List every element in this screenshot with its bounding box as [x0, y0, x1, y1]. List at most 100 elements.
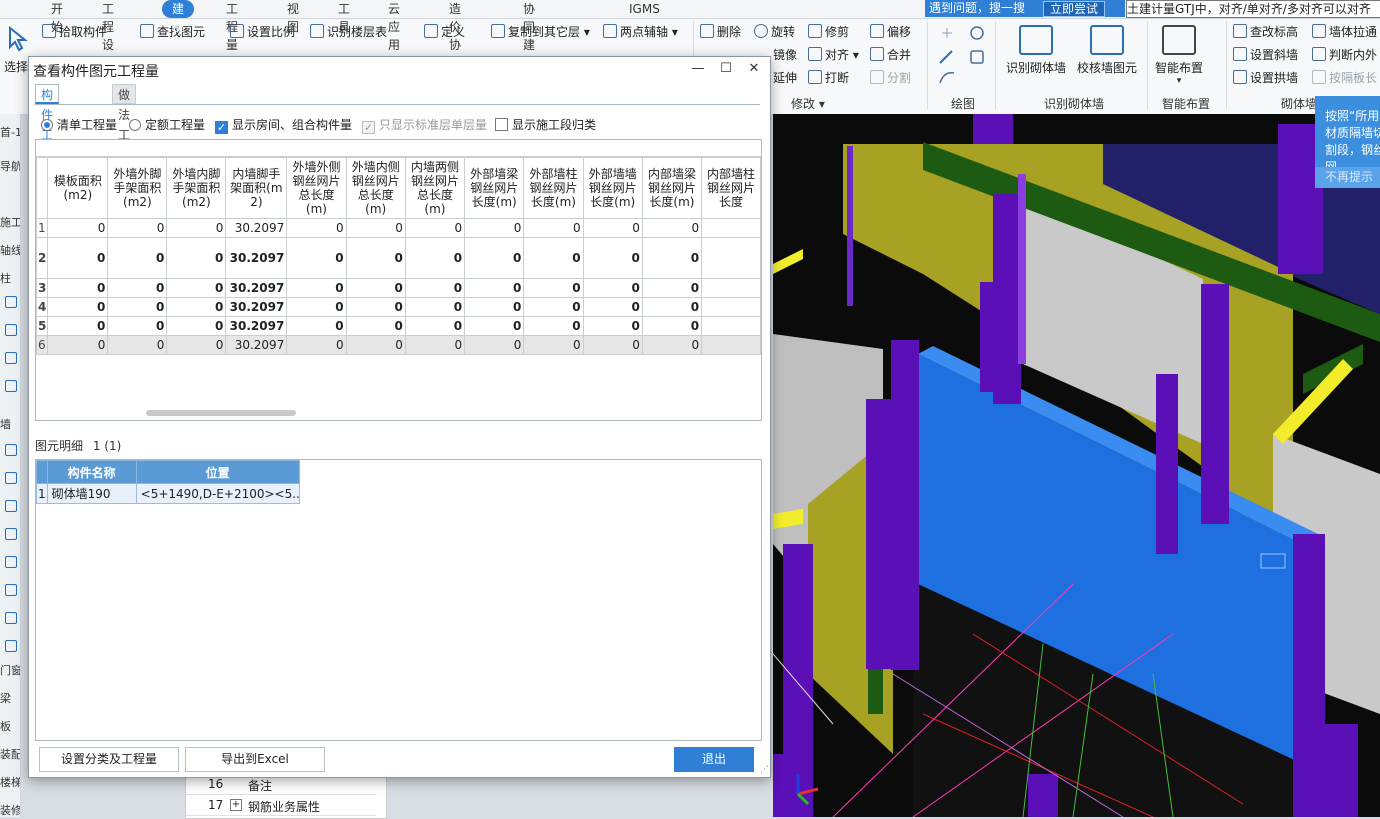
menu-item-1[interactable]: 工程设置 [102, 0, 114, 70]
tab-component-quantity[interactable]: 构件工程量 [35, 84, 60, 182]
column-header[interactable]: 模板面积(m2) [47, 157, 109, 219]
property-row[interactable]: 17 + 钢筋业务属性 [186, 795, 376, 816]
component-type-icon[interactable] [5, 444, 17, 456]
component-type-icon[interactable] [5, 640, 17, 652]
checkbox-option-4[interactable]: 显示施工段归类 [495, 116, 596, 133]
horizontal-scrollbar[interactable] [146, 410, 296, 416]
smart-layout-button[interactable]: 智能布置 ▾ [1150, 25, 1208, 86]
column-header[interactable]: 内墙脚手架面积(m2) [225, 157, 288, 219]
two-point-axis-button[interactable]: 两点辅轴 ▾ [603, 24, 678, 40]
wall-extend-button[interactable]: 墙体拉通 [1312, 24, 1377, 40]
dont-show-again-button[interactable]: 不再提示 [1315, 167, 1380, 188]
column-header[interactable]: 外墙外脚手架面积(m2) [107, 157, 168, 219]
expand-plus-icon[interactable]: + [230, 799, 242, 811]
partition-length-button[interactable]: 按隔板长 [1312, 70, 1377, 86]
component-type-icon[interactable] [5, 612, 17, 624]
column-header[interactable]: 外墙内脚手架面积(m2) [166, 157, 227, 219]
table-row[interactable]: 1 0 0 0 30.2097 0 0 0 0 0 0 0 [36, 218, 761, 238]
check-wall-button[interactable]: 校核墙图元 [1072, 25, 1142, 76]
column-header[interactable]: 外部墙墙钢丝网片长度(m) [582, 157, 643, 219]
left-nav-item-1[interactable]: 导航 [0, 158, 20, 174]
left-nav-item-7[interactable]: 梁 [0, 690, 20, 706]
radio-option-1[interactable]: 定额工程量 [129, 116, 205, 133]
component-type-icon[interactable] [5, 324, 17, 336]
set-arch-wall-button[interactable]: 设置拱墙 [1233, 70, 1298, 86]
offset-button[interactable]: 偏移 [870, 24, 911, 40]
left-nav-item-10[interactable]: 楼梯 [0, 774, 20, 790]
column-header[interactable]: 外墙内侧钢丝网片总长度(m) [345, 157, 406, 219]
component-type-icon[interactable] [5, 472, 17, 484]
column-header[interactable]: 外墙外侧钢丝网片总长度(m) [286, 157, 347, 219]
set-classification-button[interactable]: 设置分类及工程量 [39, 747, 179, 772]
merge-button[interactable]: 合并 [870, 47, 911, 63]
left-nav-item-3[interactable]: 轴线 [0, 242, 20, 258]
detail-table[interactable]: 构件名称 位置 1 砌体墙190 <5+1490,D-E+2100><5... [35, 459, 762, 741]
menu-item-8[interactable]: 协同建模(限免) [523, 0, 540, 106]
split-button[interactable]: 分割 [870, 70, 911, 86]
judge-inner-outer-button[interactable]: 判断内外 [1312, 47, 1377, 63]
menu-item-9[interactable]: IGMS [629, 0, 660, 18]
component-type-icon[interactable] [5, 584, 17, 596]
set-slanted-wall-button[interactable]: 设置斜墙 [1233, 47, 1298, 63]
elevation-icon [1233, 24, 1247, 38]
select-label[interactable]: 选择 [4, 59, 28, 75]
export-excel-button[interactable]: 导出到Excel [185, 747, 325, 772]
delete-button[interactable]: 删除 [700, 24, 741, 40]
menu-item-5[interactable]: 工具 [338, 0, 350, 34]
left-nav-item-0[interactable]: 首-1 [0, 124, 20, 140]
minimize-button[interactable]: — [689, 61, 707, 77]
left-nav-item-11[interactable]: 装修 [0, 802, 20, 817]
table-row[interactable]: 6 0 0 0 30.2097 0 0 0 0 0 0 0 [36, 335, 761, 355]
set-scale-button[interactable]: 设置比例 [230, 24, 295, 40]
resize-grip-icon[interactable]: ⋰ [760, 765, 769, 775]
left-nav-item-9[interactable]: 装配式 [0, 746, 20, 762]
align-button[interactable]: 对齐 ▾ [808, 47, 859, 63]
left-nav-item-4[interactable]: 柱 [0, 270, 20, 286]
tab-method-quantity[interactable]: 做法工程量 [112, 84, 137, 182]
quantity-table[interactable]: 模板面积(m2) 外墙外脚手架面积(m2) 外墙内脚手架面积(m2) 内墙脚手架面积(… [35, 139, 762, 421]
try-now-button[interactable]: 立即尝试 [1043, 1, 1106, 17]
rotate-button[interactable]: 旋转 [754, 24, 795, 40]
menu-item-6[interactable]: 云应用 [388, 0, 400, 52]
left-nav-item-2[interactable]: 施工段 [0, 214, 20, 230]
menu-item-2[interactable]: 建模 [162, 0, 195, 34]
recognize-wall-button[interactable]: 识别砌体墙 [1004, 25, 1068, 76]
column-header[interactable]: 内部墙柱钢丝网片长度 [701, 157, 761, 219]
trim-button[interactable]: 修剪 [808, 24, 849, 40]
component-type-icon[interactable] [5, 500, 17, 512]
edit-elevation-button[interactable]: 查改标高 [1233, 24, 1298, 40]
maximize-button[interactable]: ☐ [717, 61, 735, 77]
component-type-icon[interactable] [5, 556, 17, 568]
component-type-icon[interactable] [5, 296, 17, 308]
column-header[interactable]: 内部墙梁钢丝网片长度(m) [641, 157, 703, 219]
component-type-icon[interactable] [5, 352, 17, 364]
exit-button[interactable]: 退出 [674, 747, 754, 772]
column-header[interactable]: 外部墙梁钢丝网片长度(m) [464, 157, 525, 219]
close-icon[interactable]: ✕ [745, 61, 763, 77]
table-row[interactable]: 5 0 0 0 30.2097 0 0 0 0 0 0 0 [36, 316, 761, 336]
menu-item-7[interactable]: 造价协作 [449, 0, 461, 70]
detail-row[interactable]: 1 砌体墙190 <5+1490,D-E+2100><5... [36, 483, 300, 504]
table-row[interactable]: 2 0 0 0 30.2097 0 0 0 0 0 0 0 [36, 237, 761, 279]
menu-item-4[interactable]: 视图 [287, 0, 299, 34]
table-row[interactable]: 3 0 0 0 30.2097 0 0 0 0 0 0 0 [36, 278, 761, 298]
radio-option-0[interactable]: 清单工程量 [41, 116, 117, 133]
break-button[interactable]: 打断 [808, 70, 849, 86]
menu-item-0[interactable]: 开始 [51, 0, 63, 34]
copy-to-other-floor-button[interactable]: 复制到其它层 ▾ [491, 24, 590, 40]
column-header[interactable]: 内墙两侧钢丝网片总长度(m) [404, 157, 466, 219]
table-row[interactable]: 4 0 0 0 30.2097 0 0 0 0 0 0 0 [36, 297, 761, 317]
component-type-icon[interactable] [5, 380, 17, 392]
checkbox-option-2[interactable]: ✓ 显示房间、组合构件量 [215, 116, 352, 134]
component-type-icon[interactable] [5, 528, 17, 540]
select-arrow-icon[interactable] [4, 25, 30, 52]
draw-tools[interactable] [936, 23, 992, 89]
column-header[interactable]: 外部墙柱钢丝网片长度(m) [523, 157, 584, 219]
left-nav-item-5[interactable]: 墙 [0, 416, 20, 432]
left-nav-item-6[interactable]: 门窗洞 [0, 662, 20, 678]
3d-viewport[interactable] [773, 114, 1380, 817]
left-nav-item-8[interactable]: 板 [0, 718, 20, 734]
mirror-button[interactable]: 镜像 [773, 47, 797, 63]
menu-item-3[interactable]: 工程量 [226, 0, 238, 52]
extend-button[interactable]: 延伸 [773, 70, 797, 86]
